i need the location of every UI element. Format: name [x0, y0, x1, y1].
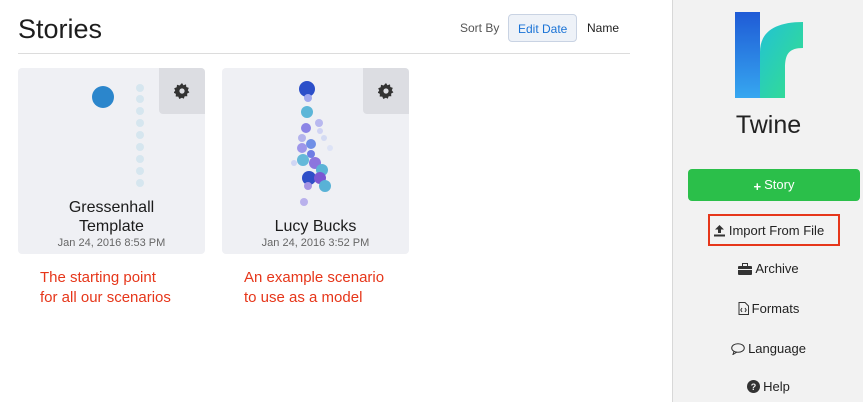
- story-card-gressenhall-template[interactable]: Gressenhall Template Jan 24, 2016 8:53 P…: [18, 68, 205, 254]
- annotation-line: The starting point: [40, 269, 156, 286]
- archive-button[interactable]: Archive: [673, 261, 863, 276]
- twine-logo: [735, 12, 803, 98]
- new-story-label: Story: [764, 177, 795, 192]
- story-title: Lucy Bucks: [274, 218, 357, 235]
- language-label: Language: [748, 341, 806, 356]
- sidebar: Twine + Story Import From File Archive Fo…: [672, 0, 863, 402]
- upload-icon: [713, 225, 725, 237]
- annotation-lucy-bucks: An example scenario to use as a model: [244, 268, 384, 308]
- story-date: Jan 24, 2016 3:52 PM: [261, 237, 370, 249]
- formats-button[interactable]: Formats: [673, 301, 863, 316]
- plus-icon: +: [753, 179, 762, 194]
- sort-by-label: Sort By: [460, 21, 500, 35]
- story-library: Stories Sort By Edit Date Name Gressenha…: [0, 0, 672, 402]
- question-circle-icon: ?: [747, 380, 761, 393]
- annotation-line: for all our scenarios: [40, 289, 171, 306]
- story-date: Jan 24, 2016 8:53 PM: [57, 237, 166, 249]
- story-settings-gear-icon[interactable]: [159, 68, 205, 114]
- brand-name: Twine: [735, 111, 802, 139]
- formats-label: Formats: [751, 301, 800, 316]
- story-card-lucy-bucks[interactable]: Lucy Bucks Jan 24, 2016 3:52 PM: [222, 68, 409, 254]
- file-code-icon: [738, 302, 749, 315]
- import-from-file-button[interactable]: Import From File: [673, 223, 863, 238]
- story-title-line2: Template: [79, 218, 144, 235]
- annotation-line: An example scenario: [244, 269, 385, 286]
- language-button[interactable]: Language: [673, 341, 863, 356]
- story-settings-gear-icon[interactable]: [363, 68, 409, 114]
- help-button[interactable]: ? Help: [673, 379, 863, 394]
- speech-bubble-icon: [731, 343, 745, 355]
- annotation-gressenhall: The starting point for all our scenarios: [40, 268, 171, 308]
- annotation-line: to use as a model: [244, 289, 363, 306]
- archive-label: Archive: [755, 261, 799, 276]
- story-title: Gressenhall: [68, 199, 155, 216]
- sort-edit-date-button[interactable]: Edit Date: [508, 14, 578, 42]
- help-label: Help: [763, 379, 790, 394]
- import-label: Import From File: [728, 223, 825, 238]
- briefcase-icon: [738, 263, 753, 275]
- new-story-button[interactable]: + Story: [688, 169, 860, 201]
- page-title: Stories: [18, 14, 103, 44]
- sort-name-button[interactable]: Name: [578, 14, 628, 42]
- header-divider: [18, 53, 630, 54]
- svg-text:?: ?: [751, 382, 757, 392]
